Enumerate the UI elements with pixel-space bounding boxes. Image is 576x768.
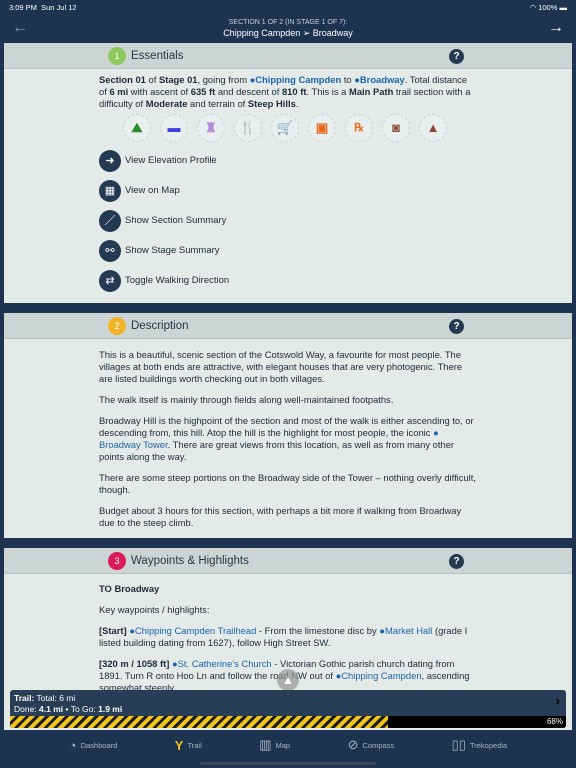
view-elevation-profile-button[interactable]: ➜ View Elevation Profile [99, 150, 476, 172]
trail-icon: Y [174, 737, 184, 753]
waypoints-intro: Key waypoints / highlights: [99, 604, 210, 615]
action-label: View on Map [125, 185, 180, 196]
waypoint-link[interactable]: ●Chipping Campden Trailhead [129, 625, 256, 636]
description-panel: 2 Description ? This is a beautiful, sce… [4, 313, 572, 538]
trail-icon[interactable]: ⛰ [123, 114, 151, 142]
paragraph: This is a beautiful, scenic section of t… [99, 349, 463, 384]
tab-compass[interactable]: ⊘ Compass [348, 730, 395, 760]
book-icon: ▯▯ [451, 737, 466, 752]
section-title: Description [131, 319, 189, 332]
nav-subtitle: SECTION 1 OF 2 (IN STAGE 1 OF 7): [228, 19, 348, 26]
money-icon[interactable]: ▣ [308, 114, 336, 142]
section-title: Essentials [131, 49, 184, 62]
section-number-badge: 2 [108, 316, 126, 335]
camera-icon[interactable]: ◙ [382, 114, 410, 142]
action-label: Toggle Walking Direction [125, 275, 230, 286]
essentials-panel: 1 Essentials ? Section 01 of Stage 01, g… [4, 43, 572, 303]
nav-header: ← SECTION 1 OF 2 (IN STAGE 1 OF 7): Chip… [0, 14, 576, 42]
waypoint-link[interactable]: ●St. Catherine's Church [172, 658, 272, 669]
waypoint-link[interactable]: ●Chipping Campden [336, 670, 422, 681]
paragraph: There are some steep portions on the Bro… [99, 472, 476, 495]
action-label: View Elevation Profile [125, 155, 217, 166]
action-label: Show Section Summary [125, 215, 227, 226]
progress-percent: 68% [546, 717, 563, 726]
back-arrow-icon[interactable]: ← [12, 19, 28, 37]
help-icon[interactable]: ? [449, 319, 464, 334]
progress-bar: 68% [10, 716, 566, 728]
action-label: Show Stage Summary [125, 245, 220, 256]
amenity-icons: ⛰ ▬ ♜ 🍴 🛒 ▣ ℞ ◙ ▲ [123, 114, 476, 142]
line-icon: ／ [99, 210, 121, 232]
trail-progress-panel[interactable]: Trail: Total: 6 mi Done: 4.1 mi • To Go:… [10, 690, 566, 728]
battery-level: 100% [538, 3, 558, 12]
section-number-badge: 1 [108, 46, 126, 65]
restaurant-icon[interactable]: 🍴 [234, 114, 262, 142]
date: Sun Jul 12 [41, 3, 77, 12]
tab-dashboard[interactable]: ◔ Dashboard [69, 730, 118, 760]
mountain-icon[interactable]: ▲ [419, 114, 447, 142]
toggle-walking-direction-button[interactable]: ⇄ Toggle Walking Direction [99, 270, 476, 292]
map-icon: ▥ [259, 737, 272, 752]
help-icon[interactable]: ? [449, 49, 464, 64]
section-summary: Section 01 of Stage 01, going from ●Chip… [99, 74, 471, 109]
tab-trail[interactable]: Y Trail [175, 730, 202, 760]
waypoint-link[interactable]: ●Market Hall [379, 625, 432, 636]
help-icon[interactable]: ? [449, 554, 464, 569]
section-number-badge: 3 [108, 551, 126, 570]
to-link[interactable]: ●Broadway [354, 74, 404, 85]
battery-icon: ▬ [559, 3, 568, 12]
progress-fill [10, 716, 389, 728]
from-link[interactable]: ●Chipping Campden [250, 74, 342, 85]
scroll-to-top-button[interactable]: ▲ [277, 669, 299, 691]
waypoint-item: [Start] ●Chipping Campden Trailhead - Fr… [99, 625, 468, 648]
view-on-map-button[interactable]: ▦ View on Map [99, 180, 476, 202]
swap-icon: ⇄ [99, 270, 121, 292]
essentials-header[interactable]: 1 Essentials ? [4, 43, 572, 69]
dashboard-icon: ◔ [68, 737, 77, 753]
wifi-icon: ◠ [529, 3, 537, 12]
description-header[interactable]: 2 Description ? [4, 313, 572, 339]
paragraph: Budget about 3 hours for this section, w… [99, 505, 462, 528]
compass-icon: ⊘ [347, 737, 359, 752]
home-indicator[interactable] [200, 762, 376, 765]
map-icon: ▦ [99, 180, 121, 202]
tab-map[interactable]: ▥ Map [259, 730, 290, 760]
forward-arrow-icon[interactable]: → [548, 19, 564, 37]
time: 3:09 PM [9, 3, 37, 12]
pharmacy-icon[interactable]: ℞ [345, 114, 373, 142]
status-bar: 3:09 PM Sun Jul 12 ◠ 100% ▬ [0, 0, 576, 14]
chevron-right-icon[interactable]: › [556, 693, 560, 708]
tab-trekopedia[interactable]: ▯▯ Trekopedia [452, 730, 508, 760]
show-section-summary-button[interactable]: ／ Show Section Summary [99, 210, 476, 232]
castle-icon[interactable]: ♜ [197, 114, 225, 142]
paragraph: The walk itself is mainly through fields… [99, 394, 394, 405]
waypoints-header[interactable]: 3 Waypoints & Highlights ? [4, 548, 572, 574]
show-stage-summary-button[interactable]: ⚯ Show Stage Summary [99, 240, 476, 262]
section-title: Waypoints & Highlights [131, 554, 249, 567]
nav-title: Chipping Campden ➢ Broadway [223, 28, 353, 38]
bed-icon[interactable]: ▬ [160, 114, 188, 142]
waypoints-heading: TO Broadway [99, 583, 160, 594]
elevation-icon: ➜ [99, 150, 121, 172]
paragraph: Broadway Hill is the highpoint of the se… [99, 415, 474, 462]
route-icon: ⚯ [99, 240, 121, 262]
shopping-cart-icon[interactable]: 🛒 [271, 114, 299, 142]
